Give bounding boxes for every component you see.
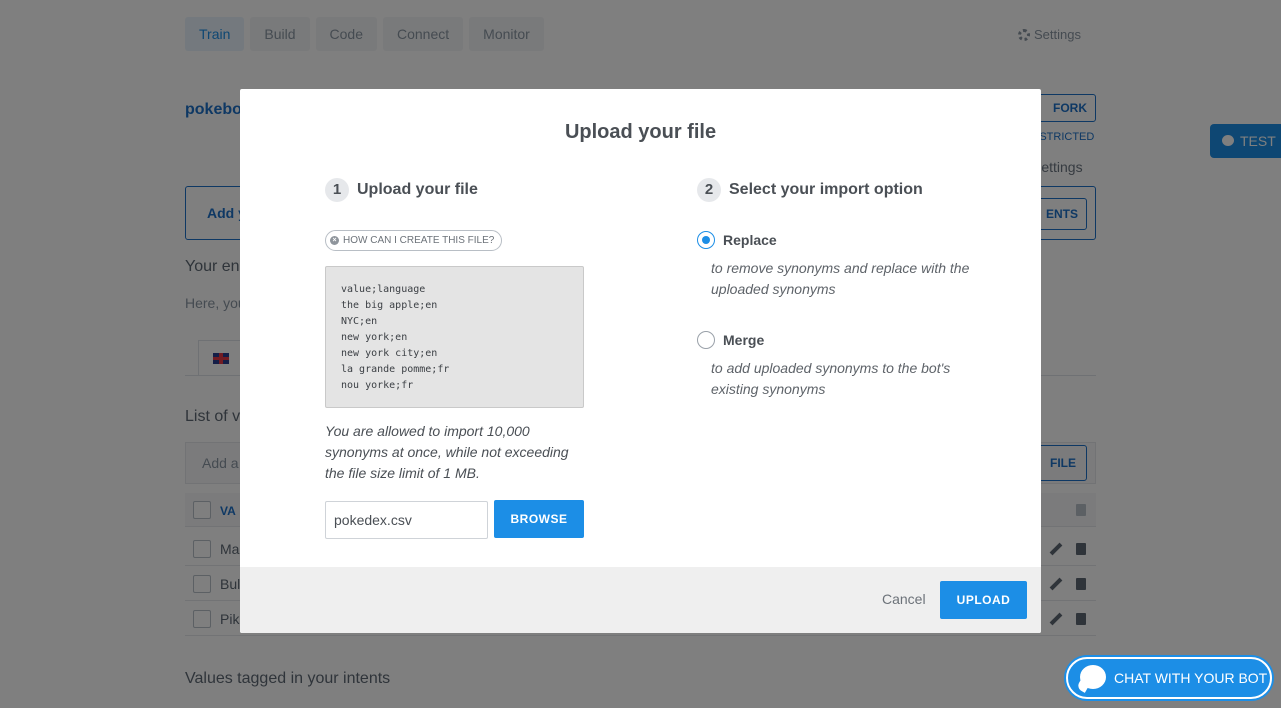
replace-radio[interactable] bbox=[697, 231, 715, 249]
chat-with-bot-button[interactable]: CHAT WITH YOUR BOT bbox=[1066, 657, 1272, 699]
upload-button[interactable]: UPLOAD bbox=[940, 581, 1027, 619]
step-title: Select your import option bbox=[729, 181, 923, 198]
browse-button[interactable]: BROWSE bbox=[494, 500, 584, 538]
step-2-header: 2 Select your import option bbox=[697, 178, 923, 202]
replace-description: to remove synonyms and replace with the … bbox=[711, 260, 970, 297]
chat-bubble-icon bbox=[1080, 665, 1106, 689]
cancel-button[interactable]: Cancel bbox=[882, 591, 926, 607]
modal-footer: Cancel UPLOAD bbox=[240, 567, 1041, 633]
code-line: the big apple;en bbox=[341, 300, 438, 311]
import-limit-note: You are allowed to import 10,000 synonym… bbox=[325, 423, 569, 481]
how-to-create-file-link[interactable]: × HOW CAN I CREATE THIS FILE? bbox=[325, 230, 503, 251]
chat-button-label: CHAT WITH YOUR BOT bbox=[1114, 670, 1268, 686]
merge-label: Merge bbox=[723, 332, 765, 348]
step-number-badge: 1 bbox=[325, 178, 349, 202]
code-line: new york;en bbox=[341, 332, 408, 343]
code-line: value;language bbox=[341, 284, 426, 295]
upload-modal: Upload your file 1 Upload your file × HO… bbox=[240, 89, 1041, 633]
code-line: new york city;en bbox=[341, 348, 438, 359]
option-merge[interactable]: Merge bbox=[697, 331, 764, 349]
close-circle-icon: × bbox=[330, 236, 339, 245]
replace-label: Replace bbox=[723, 232, 777, 248]
step-number-badge: 2 bbox=[697, 178, 721, 202]
merge-radio[interactable] bbox=[697, 331, 715, 349]
file-name-input[interactable] bbox=[325, 501, 488, 539]
modal-title: Upload your file bbox=[564, 121, 717, 143]
code-line: NYC;en bbox=[341, 316, 378, 327]
code-line: la grande pomme;fr bbox=[341, 364, 450, 375]
how-to-label: HOW CAN I CREATE THIS FILE? bbox=[343, 235, 495, 246]
step-1-header: 1 Upload your file bbox=[325, 178, 478, 202]
merge-description: to add uploaded synonyms to the bot's ex… bbox=[711, 360, 951, 397]
option-replace[interactable]: Replace bbox=[697, 231, 777, 249]
example-file-codebox: value;language the big apple;en NYC;en n… bbox=[325, 266, 584, 408]
code-line: nou yorke;fr bbox=[341, 380, 414, 391]
step-title: Upload your file bbox=[357, 181, 478, 198]
